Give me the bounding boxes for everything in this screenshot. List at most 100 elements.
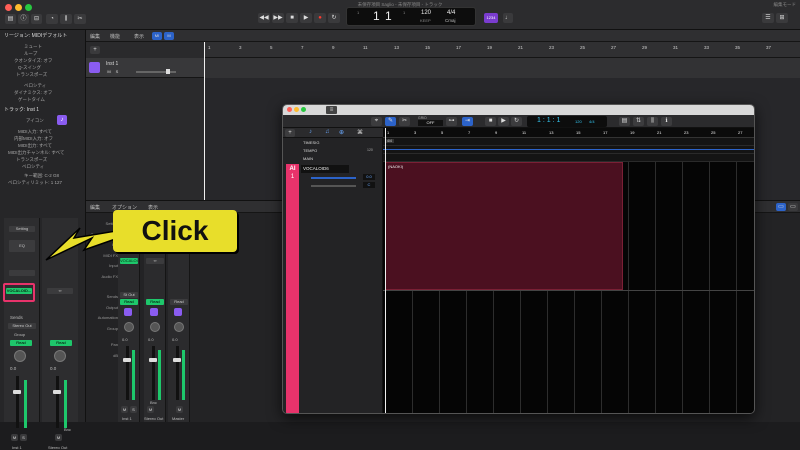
menu-edit[interactable]: 編集: [90, 33, 100, 40]
voc-info-icon[interactable]: ℹ: [661, 117, 672, 126]
vocaloid-titlebar[interactable]: ≡: [283, 105, 754, 115]
mute-button[interactable]: M: [11, 434, 18, 441]
automation-read[interactable]: Read: [10, 340, 32, 346]
scissors-tool-icon[interactable]: ✂: [399, 117, 410, 126]
mixer-solo[interactable]: S: [130, 406, 137, 413]
voc-volume-slider[interactable]: [311, 177, 356, 179]
output-slot[interactable]: Stereo Out: [8, 323, 36, 329]
vocaloid-minimize-button[interactable]: [294, 107, 299, 112]
track-row[interactable]: トランスポーズ: [4, 157, 82, 163]
voc-mixer-icon[interactable]: ⫼: [647, 117, 658, 126]
main-lane[interactable]: [383, 154, 754, 162]
vocaloid-instrument-slot[interactable]: VOCALOID...: [6, 288, 32, 294]
voc-pan-value[interactable]: C: [363, 182, 375, 188]
track-row[interactable]: MIDI入力: すべて: [4, 129, 82, 135]
tempo-lane[interactable]: [383, 146, 754, 154]
mixer-pan-knob[interactable]: [124, 322, 134, 332]
mixer-fader[interactable]: [152, 346, 155, 400]
metronome-button[interactable]: ♩: [503, 13, 513, 23]
region-row[interactable]: ダイナミクス: オフ: [4, 90, 82, 96]
fader-track[interactable]: [16, 376, 19, 428]
mixer-mute[interactable]: M: [147, 406, 154, 413]
track-row[interactable]: MIDI出力チャンネル: すべて: [4, 150, 82, 156]
track-icon[interactable]: ♪: [57, 115, 67, 125]
voc-audio-icon[interactable]: ♫: [325, 129, 330, 135]
pan-knob[interactable]: [54, 350, 66, 362]
timesig-lane[interactable]: 4/4: [383, 138, 754, 146]
cycle-button[interactable]: ↻: [328, 13, 340, 23]
mixer-bounce[interactable]: Bnc: [150, 400, 157, 405]
mixer-mode-button[interactable]: ▭: [776, 203, 786, 211]
pan-knob[interactable]: [14, 350, 26, 362]
mixer-read[interactable]: Read: [146, 299, 164, 305]
pencil-tool-icon[interactable]: ✎: [385, 117, 396, 126]
ruler[interactable]: 1 3 5 7 9 11 13 15 17 19 21 23 25 27 29 31 33 35 37: [204, 42, 800, 58]
region-row[interactable]: ミュート: [4, 44, 82, 50]
track-header[interactable]: トラック: Inst 1: [4, 106, 39, 113]
mixer-mute[interactable]: M: [176, 406, 183, 413]
vocaloid-playhead[interactable]: [385, 128, 386, 413]
list-editors-button[interactable]: ☰: [762, 13, 774, 23]
solo-button[interactable]: S: [20, 434, 27, 441]
region-row[interactable]: ベロシティ: [4, 83, 82, 89]
voc-pan-slider[interactable]: [311, 185, 356, 187]
voc-tune-icon[interactable]: ⇅: [633, 117, 644, 126]
vocaloid-ruler[interactable]: 1 3 5 7 9 11 13 15 17 19 21 23 25 27: [383, 128, 754, 138]
mixer-pan-knob[interactable]: [174, 322, 184, 332]
stop-button[interactable]: ■: [286, 13, 298, 23]
mixer-fader[interactable]: [126, 346, 129, 400]
mixer-output-slot[interactable]: St Out: [120, 292, 138, 298]
mixer-pan-knob[interactable]: [150, 322, 160, 332]
track-header-inst1[interactable]: Inst 1 M S: [86, 58, 204, 78]
rewind-button[interactable]: ◀◀: [258, 13, 270, 23]
mixer-fader-cap[interactable]: [123, 358, 131, 362]
mixer-read[interactable]: Read: [120, 299, 138, 305]
eq-slot[interactable]: EQ: [9, 240, 35, 252]
mixer-read[interactable]: Read: [170, 299, 188, 305]
region-header[interactable]: リージョン: MIDIデフォルト: [4, 32, 67, 39]
region-row[interactable]: トランスポーズ: [4, 72, 82, 78]
voc-editor-icon[interactable]: ▤: [619, 117, 630, 126]
midi-button[interactable]: MI: [152, 32, 162, 40]
voc-note-icon[interactable]: ♪: [309, 129, 312, 135]
library-button[interactable]: ▤: [5, 14, 16, 24]
vocaloid-menu-icon[interactable]: ≡: [326, 106, 337, 114]
voc-tag-icon[interactable]: ⌘: [357, 129, 363, 136]
fader-cap[interactable]: [53, 390, 61, 394]
vocaloid-close-button[interactable]: [287, 107, 292, 112]
track-row[interactable]: 内部MIDI入力: オフ: [4, 136, 82, 142]
vocaloid-part[interactable]: (NAOKI): [385, 162, 623, 290]
grid-select[interactable]: OFF: [418, 120, 443, 126]
fader-track[interactable]: [56, 376, 59, 428]
fader-cap[interactable]: [13, 390, 21, 394]
close-window-button[interactable]: [5, 4, 12, 11]
mixer-mode-button-2[interactable]: ▭: [788, 203, 798, 211]
voc-loop-button[interactable]: ↻: [511, 117, 522, 126]
catch-button[interactable]: M: [164, 32, 174, 40]
voc-play-button[interactable]: ▶: [498, 117, 509, 126]
vocaloid-lcd[interactable]: 1 : 1 : 1 120 4/4: [527, 116, 607, 127]
track-row[interactable]: MIDI出力: すべて: [4, 143, 82, 149]
vocaloid-track-color[interactable]: AI 1: [286, 164, 299, 413]
stereo-input-slot[interactable]: ∞: [47, 288, 73, 294]
mute-button[interactable]: M: [55, 434, 62, 441]
track-row[interactable]: キー範囲: C-2 G8: [4, 173, 82, 179]
midi-fx-slot[interactable]: [9, 270, 35, 276]
forward-button[interactable]: ▶▶: [272, 13, 284, 23]
vocaloid-zoom-button[interactable]: [301, 107, 306, 112]
region-row[interactable]: クオンタイズ: オフ: [4, 58, 82, 64]
bounce-label[interactable]: Bnc: [64, 427, 71, 432]
record-button[interactable]: ●: [314, 13, 326, 23]
play-button[interactable]: ▶: [300, 13, 312, 23]
toolbar-toggle-button[interactable]: ⊟: [31, 14, 42, 24]
cpu-badge[interactable]: 1234: [484, 13, 498, 23]
mixer-fader-cap[interactable]: [173, 358, 181, 362]
playhead[interactable]: [204, 42, 205, 200]
track-row[interactable]: ベロシティリミット: 1 127: [4, 180, 82, 186]
mixer-button[interactable]: ⫼: [60, 14, 72, 24]
track-volume-slider[interactable]: [136, 71, 176, 73]
menu-view[interactable]: 表示: [134, 33, 144, 40]
vocaloid-timeline[interactable]: 1 3 5 7 9 11 13 15 17 19 21 23 25 27 4/4 (NAOKI): [383, 128, 754, 413]
add-track-button[interactable]: +: [90, 46, 100, 54]
track-name[interactable]: Inst 1: [106, 61, 118, 67]
